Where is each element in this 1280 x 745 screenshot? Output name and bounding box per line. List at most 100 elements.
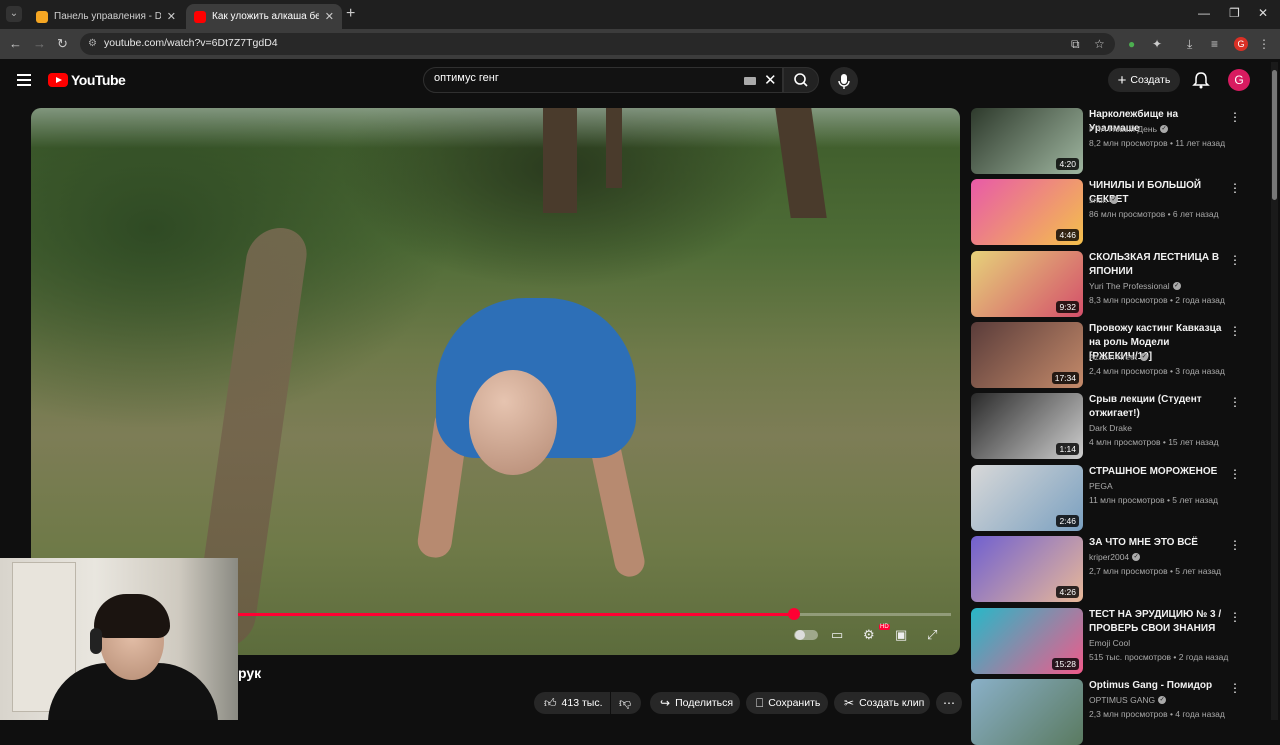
recommendation-item[interactable]: 9:32 СКОЛЬЗКАЯ ЛЕСТНИЦА В ЯПОНИИ Yuri The … (971, 251, 1261, 317)
like-button[interactable]: 👍︎ 413 тыс. (534, 692, 610, 714)
video-thumbnail[interactable]: 4:20 (971, 108, 1083, 174)
browser-tab[interactable]: Панель управления - Donatio ✕ (28, 4, 184, 29)
downloads-icon[interactable]: ⤓ (1187, 37, 1192, 51)
minimize-icon[interactable]: — (1198, 6, 1210, 20)
address-bar[interactable]: ⚙ youtube.com/watch?v=6Dt7Z7TgdD4 (80, 33, 1115, 55)
tab-title: Как уложить алкаша без слов (212, 11, 319, 22)
recommendation-title[interactable]: ЗА ЧТО МНЕ ЭТО ВСЁ (1089, 536, 1227, 550)
video-thumbnail[interactable]: 15:28 (971, 608, 1083, 674)
video-thumbnail[interactable]: 4:26 (971, 536, 1083, 602)
recommendation-item[interactable]: 15:28 ТЕСТ НА ЭРУДИЦИЮ № 3 / ПРОВЕРЬ СВОИ… (971, 608, 1261, 674)
restore-icon[interactable]: ❐ (1229, 6, 1240, 20)
tab-close-icon[interactable]: ✕ (325, 10, 334, 23)
channel-name[interactable]: kriper2004 ✓ (1089, 552, 1141, 562)
browser-tab-active[interactable]: Как уложить алкаша без слов ✕ (186, 4, 342, 29)
bookmark-star-icon[interactable]: ☆ (1094, 37, 1105, 51)
streamer-webcam-overlay (0, 558, 238, 720)
subtitles-icon[interactable]: ▭ (831, 627, 843, 643)
duration-badge: 4:46 (1056, 229, 1079, 241)
progress-played (237, 613, 794, 616)
notifications-button[interactable] (1192, 71, 1210, 94)
channel-name[interactable]: sndk ✓ (1089, 195, 1118, 205)
tab-close-icon[interactable]: ✕ (167, 10, 176, 23)
more-options-icon[interactable]: ⋮ (1229, 324, 1241, 338)
browser-profile-avatar[interactable]: G (1234, 37, 1248, 51)
recommendation-item[interactable]: Optimus Gang - Помидор OPTIMUS GANG ✓ 2,3 м… (971, 679, 1261, 745)
channel-name[interactable]: Emoji Cool (1089, 638, 1130, 648)
dislike-button[interactable]: 👎︎ (611, 692, 641, 714)
more-options-icon[interactable]: ⋮ (1229, 253, 1241, 267)
clip-button[interactable]: ✂ Создать клип (834, 692, 930, 714)
extension-icon[interactable]: ● (1128, 37, 1135, 51)
recommendation-item[interactable]: 4:26 ЗА ЧТО МНЕ ЭТО ВСЁ kriper2004 ✓ 2,7 млн… (971, 536, 1261, 602)
save-button[interactable]: ⎕ Сохранить (746, 692, 828, 714)
extensions-puzzle-icon[interactable]: ✦ (1152, 37, 1162, 51)
account-avatar[interactable]: G (1228, 69, 1250, 91)
voice-search-button[interactable] (830, 67, 858, 95)
recommendation-item[interactable]: 1:14 Срыв лекции (Студент отжигает!) Dark … (971, 393, 1261, 459)
video-thumbnail[interactable]: 17:34 (971, 322, 1083, 388)
theater-mode-icon[interactable]: ▣ (895, 627, 907, 643)
forward-icon[interactable]: → (33, 37, 46, 51)
verified-check-icon: ✓ (1109, 196, 1118, 204)
search-button[interactable] (783, 67, 819, 93)
recommendation-title[interactable]: СКОЛЬЗКАЯ ЛЕСТНИЦА В ЯПОНИИ (1089, 251, 1227, 279)
scrollbar-thumb[interactable] (1272, 70, 1277, 200)
scrubber-handle[interactable] (788, 608, 800, 620)
recommendation-item[interactable]: 4:20 Нарколежбище на Уралмаше РИА Новый Де… (971, 108, 1261, 174)
create-button[interactable]: + Создать (1108, 68, 1180, 92)
back-icon[interactable]: ← (9, 37, 22, 51)
recommendation-title[interactable]: Optimus Gang - Помидор (1089, 679, 1227, 693)
recommendation-item[interactable]: 17:34 Провожу кастинг Кавказца на роль Мо… (971, 322, 1261, 388)
reading-list-icon[interactable]: ≡ (1211, 37, 1218, 51)
autoplay-toggle[interactable] (794, 630, 818, 640)
settings-gear-icon[interactable]: ⚙ (863, 627, 875, 643)
more-options-icon[interactable]: ⋮ (1229, 681, 1241, 695)
browser-menu-icon[interactable]: ⋮ (1258, 37, 1270, 51)
keyboard-icon[interactable] (744, 77, 756, 85)
channel-name[interactable]: РИА Новый День ✓ (1089, 124, 1169, 134)
site-info-icon[interactable]: ⚙ (88, 38, 100, 50)
channel-name[interactable]: Yuri The Professional ✓ (1089, 281, 1181, 291)
reload-icon[interactable]: ↻ (57, 37, 68, 51)
window-close-icon[interactable]: ✕ (1258, 6, 1268, 20)
video-thumbnail[interactable] (971, 679, 1083, 745)
channel-name[interactable]: PEGA (1089, 481, 1113, 491)
recommendation-title[interactable]: СТРАШНОЕ МОРОЖЕНОЕ (1089, 465, 1227, 479)
search-icon (794, 73, 808, 87)
video-thumbnail[interactable]: 9:32 (971, 251, 1083, 317)
view-count-and-age: 515 тыс. просмотров • 2 года назад (1089, 652, 1229, 662)
scissors-icon: ✂ (844, 696, 855, 710)
share-button[interactable]: ↪ Поделиться (650, 692, 740, 714)
install-app-icon[interactable]: ⧉ (1071, 37, 1080, 51)
view-count-and-age: 2,3 млн просмотров • 4 года назад (1089, 709, 1225, 719)
more-options-icon[interactable]: ⋮ (1229, 538, 1241, 552)
tab-search-button[interactable]: ⌄ (6, 6, 22, 22)
url-text[interactable]: youtube.com/watch?v=6Dt7Z7TgdD4 (104, 37, 278, 49)
youtube-logo[interactable]: YouTube (48, 72, 126, 88)
video-thumbnail[interactable]: 4:46 (971, 179, 1083, 245)
search-input[interactable] (434, 72, 734, 84)
more-options-icon[interactable]: ⋮ (1229, 610, 1241, 624)
new-tab-button[interactable]: + (346, 6, 355, 22)
recommendation-item[interactable]: 4:46 ЧИНИЛЫ И БОЛЬШОЙ СЕКРЕТ sndk ✓ 86 млн п… (971, 179, 1261, 245)
more-options-icon[interactable]: ⋮ (1229, 181, 1241, 195)
more-horizontal-icon: ⋯ (943, 696, 955, 710)
recommendation-title[interactable]: ТЕСТ НА ЭРУДИЦИЮ № 3 / ПРОВЕРЬ СВОИ ЗНАН… (1089, 608, 1227, 636)
more-options-icon[interactable]: ⋮ (1229, 467, 1241, 481)
fullscreen-icon[interactable]: ⤢ (927, 627, 937, 643)
more-options-icon[interactable]: ⋮ (1229, 395, 1241, 409)
more-options-icon[interactable]: ⋮ (1229, 110, 1241, 124)
video-thumbnail[interactable]: 2:46 (971, 465, 1083, 531)
video-thumbnail[interactable]: 1:14 (971, 393, 1083, 459)
browser-tab-strip: ⌄ Панель управления - Donatio ✕ Как улож… (0, 0, 1280, 29)
channel-name[interactable]: Azazin Kreet ✓ (1089, 352, 1149, 362)
clear-search-icon[interactable]: ✕ (764, 71, 777, 89)
recommendation-title[interactable]: Срыв лекции (Студент отжигает!) (1089, 393, 1227, 421)
thumbs-down-icon: 👎︎ (619, 695, 632, 710)
recommendation-item[interactable]: 2:46 СТРАШНОЕ МОРОЖЕНОЕ PEGA 11 млн просмот… (971, 465, 1261, 531)
more-actions-button[interactable]: ⋯ (936, 692, 962, 714)
menu-icon[interactable] (17, 74, 31, 86)
channel-name[interactable]: Dark Drake (1089, 423, 1132, 433)
channel-name[interactable]: OPTIMUS GANG ✓ (1089, 695, 1167, 705)
